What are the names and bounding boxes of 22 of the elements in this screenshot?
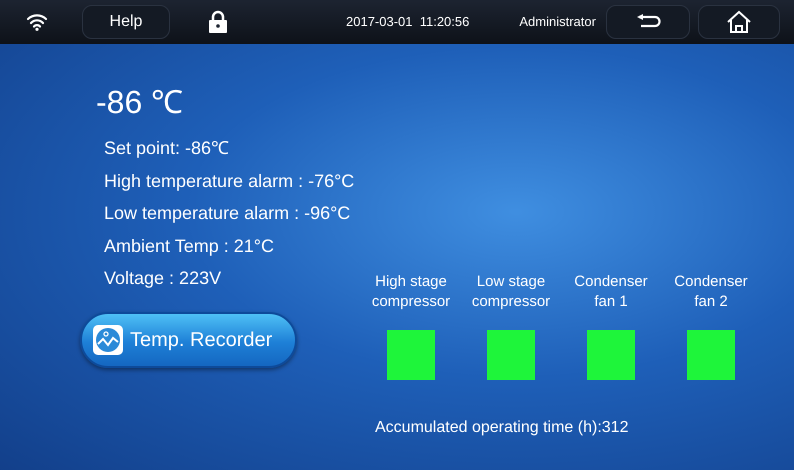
temp-recorder-button[interactable]: Temp. Recorder [80,312,297,368]
reading-text: Ambient Temp : 21°C [104,236,275,258]
help-button[interactable]: Help [82,5,170,39]
back-icon [634,14,661,30]
reading-text: High temperature alarm : -76°C [104,170,355,192]
wifi-icon [26,13,48,31]
date-time: 2017-03-01 11:20:56 [346,13,470,32]
reading-text: Low temperature alarm : -96°C [104,203,352,225]
reading-text: Set point: -86℃ [104,138,230,160]
reading-text: Voltage : 223V [104,268,222,290]
component-label: High stage compressor [370,272,452,312]
temperature-reading: -86 ℃ [96,86,184,118]
operating-time: Accumulated operating time (h):312 [375,418,630,438]
chart-icon [92,324,124,356]
back-button[interactable] [606,5,690,39]
component-label: Condenser fan 2 [673,272,749,312]
padlock-icon [208,10,228,34]
home-button[interactable] [698,5,780,39]
component-label: Low stage compressor [470,272,552,312]
component-label: Condenser fan 1 [573,272,649,312]
user-name: Administrator [519,13,596,32]
home-icon [726,10,752,34]
